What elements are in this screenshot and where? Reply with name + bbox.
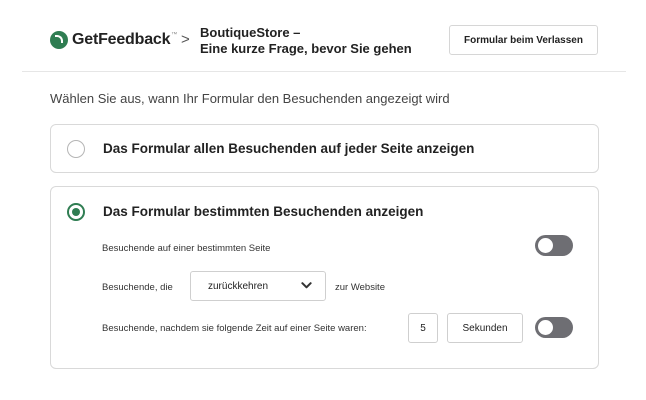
logo-text: GetFeedback <box>72 31 171 48</box>
breadcrumb-chevron-icon: > <box>181 31 190 48</box>
getfeedback-logo-icon <box>50 31 68 49</box>
radio-all-visitors[interactable] <box>67 140 85 158</box>
option-all-visitors[interactable]: Das Formular allen Besuchenden auf jeder… <box>50 124 599 173</box>
returning-select[interactable]: zurückkehren <box>190 271 326 301</box>
top-header: GetFeedback ™ > BoutiqueStore – Eine kur… <box>0 0 646 72</box>
returning-suffix: zur Website <box>335 282 385 293</box>
getfeedback-logo[interactable]: GetFeedback ™ <box>50 28 177 52</box>
trademark-mark: ™ <box>171 32 178 38</box>
time-unit-button[interactable]: Sekunden <box>447 313 523 343</box>
time-on-page-toggle[interactable] <box>535 317 573 338</box>
form-title-store: BoutiqueStore – <box>200 25 301 40</box>
form-title-name: Eine kurze Frage, bevor Sie gehen <box>200 41 412 56</box>
seconds-input[interactable]: 5 <box>408 313 438 343</box>
radio-specific-visitors[interactable] <box>67 203 85 221</box>
returning-select-value: zurückkehren <box>208 280 269 292</box>
returning-prefix: Besuchende, die <box>102 282 173 293</box>
header-divider <box>22 71 626 72</box>
option-specific-visitors-label: Das Formular bestimmten Besuchenden anze… <box>103 204 424 219</box>
form-title: BoutiqueStore – Eine kurze Frage, bevor … <box>200 25 412 57</box>
option-all-visitors-label: Das Formular allen Besuchenden auf jeder… <box>103 141 475 156</box>
exit-form-button[interactable]: Formular beim Verlassen <box>449 25 598 55</box>
time-on-page-label: Besuchende, nachdem sie folgende Zeit au… <box>102 323 367 334</box>
chevron-down-icon <box>301 282 312 289</box>
specific-page-toggle[interactable] <box>535 235 573 256</box>
option-specific-visitors[interactable]: Das Formular bestimmten Besuchenden anze… <box>50 186 599 369</box>
section-heading: Wählen Sie aus, wann Ihr Formular den Be… <box>50 91 450 106</box>
specific-page-label: Besuchende auf einer bestimmten Seite <box>102 243 271 254</box>
